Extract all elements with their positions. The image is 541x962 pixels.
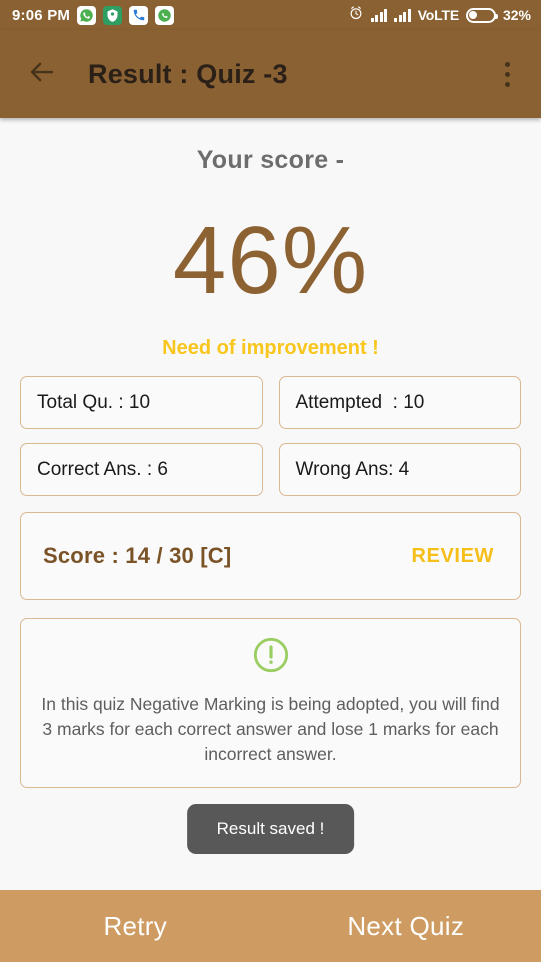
back-arrow-icon	[27, 57, 57, 92]
volte-label: VoLTE	[417, 7, 459, 23]
signal-bars-sim1-icon	[370, 8, 388, 22]
overflow-menu-icon-dot	[504, 81, 510, 87]
overflow-menu-icon-dot	[504, 71, 510, 77]
stat-card-total-questions: Total Qu. : 10	[20, 376, 263, 429]
app-bar: Result : Quiz -3	[0, 30, 541, 118]
stat-card-attempted: Attempted : 10	[278, 376, 521, 429]
stat-card-wrong-answers: Wrong Ans: 4	[278, 443, 521, 496]
stat-text: Attempted : 10	[295, 391, 425, 413]
result-content: Your score - 46% Need of improvement ! T…	[0, 146, 541, 788]
status-bar-left: 9:06 PM	[12, 5, 348, 25]
status-clock: 9:06 PM	[12, 6, 71, 24]
stat-text: Correct Ans. : 6	[37, 458, 168, 480]
stat-text: Wrong Ans: 4	[295, 458, 410, 480]
toast-notification: Result saved !	[186, 804, 355, 854]
exclamation-circle-icon	[251, 635, 291, 680]
signal-bars-sim2-icon	[394, 8, 411, 22]
status-bar-right: VoLTE 32%	[348, 5, 531, 26]
battery-percent-label: 32%	[502, 7, 531, 23]
whatsapp-icon	[77, 5, 97, 25]
stats-grid: Total Qu. : 10 Attempted : 10 Correct An…	[20, 376, 521, 496]
phone-icon	[129, 5, 149, 25]
battery-fill	[469, 11, 477, 19]
negative-marking-info-card: In this quiz Negative Marking is being a…	[20, 618, 521, 788]
bottom-action-bar: Retry Next Quiz	[0, 890, 541, 962]
score-detail: Score : 14 / 30 [C]	[43, 543, 232, 568]
verdict-message: Need of improvement !	[162, 337, 379, 359]
back-button[interactable]	[20, 52, 64, 96]
score-label: Your score -	[196, 146, 345, 174]
location-shield-icon	[103, 5, 123, 25]
overflow-menu-button[interactable]	[487, 52, 527, 96]
review-button[interactable]: REVIEW	[412, 545, 495, 568]
score-percent: 46%	[172, 207, 369, 314]
whatsapp-icon	[155, 5, 175, 25]
battery-icon	[465, 7, 498, 23]
page-title: Result : Quiz -3	[88, 58, 288, 89]
stat-text: Total Qu. : 10	[37, 391, 151, 413]
score-summary-card: Score : 14 / 30 [C] REVIEW	[20, 512, 521, 600]
retry-button[interactable]: Retry	[0, 890, 271, 962]
status-bar: 9:06 PM VoLTE 32%	[0, 0, 541, 30]
overflow-menu-icon-dot	[504, 61, 510, 67]
alarm-clock-icon	[348, 5, 364, 26]
stat-card-correct-answers: Correct Ans. : 6	[20, 443, 263, 496]
negative-marking-info-text: In this quiz Negative Marking is being a…	[41, 694, 500, 764]
next-quiz-button[interactable]: Next Quiz	[271, 890, 541, 962]
